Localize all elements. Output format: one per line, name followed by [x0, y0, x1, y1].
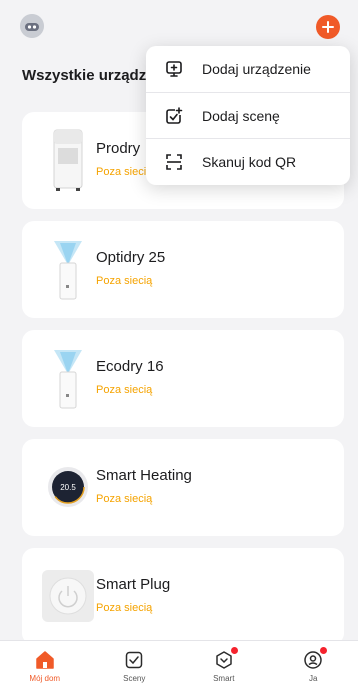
device-card-smart-heating[interactable]: 20.5 Smart Heating Poza siecią — [22, 439, 344, 536]
device-status: Poza siecią — [96, 166, 153, 178]
menu-item-add-device[interactable]: Dodaj urządzenie — [146, 46, 350, 92]
tab-label: Mój dom — [29, 674, 61, 683]
device-name: Prodry — [96, 140, 141, 157]
tab-smart[interactable]: Smart — [179, 641, 269, 688]
tab-label: Smart — [213, 674, 235, 683]
page-title: Wszystkie urządzenia — [22, 67, 147, 84]
notification-badge — [230, 647, 238, 654]
add-button[interactable] — [316, 15, 340, 39]
device-status: Poza siecią — [96, 275, 153, 287]
thermostat-icon: 20.5 — [36, 455, 100, 519]
device-card-optidry-25[interactable]: Optidry 25 Poza siecią — [22, 221, 344, 318]
device-name: Smart Plug — [96, 576, 171, 593]
menu-item-label: Dodaj scenę — [202, 107, 280, 124]
plus-icon — [322, 21, 334, 33]
plug-icon — [36, 564, 100, 628]
bottom-tab-bar: Mój dom Sceny Smart Ja — [0, 640, 358, 688]
tab-me[interactable]: Ja — [269, 641, 358, 688]
thermostat-readout: 20.5 — [60, 483, 76, 492]
device-card-ecodry-16[interactable]: Ecodry 16 Poza siecią — [22, 330, 344, 427]
add-scene-icon — [164, 106, 184, 126]
tab-label: Ja — [309, 674, 318, 683]
device-name: Optidry 25 — [96, 249, 166, 266]
menu-item-label: Skanuj kod QR — [202, 153, 297, 170]
device-name: Smart Heating — [96, 467, 192, 484]
tab-scenes[interactable]: Sceny — [90, 641, 180, 688]
home-icon — [34, 649, 56, 671]
add-menu-dropdown: Dodaj urządzenie Dodaj scenę Skanuj kod … — [146, 46, 350, 185]
device-list: Prodry Poza siecią Optidry 25 Poza sieci… — [22, 112, 344, 657]
menu-item-label: Dodaj urządzenie — [202, 61, 311, 77]
tab-my-home[interactable]: Mój dom — [0, 641, 90, 688]
device-card-smart-plug[interactable]: Smart Plug Poza siecią — [22, 548, 344, 645]
notification-badge — [320, 647, 328, 654]
scenes-icon — [123, 649, 145, 671]
tab-label: Sceny — [123, 674, 146, 683]
dehumidifier-icon — [36, 128, 100, 192]
air-purifier-icon — [36, 237, 100, 301]
avatar-icon[interactable] — [20, 14, 44, 38]
scan-qr-icon — [164, 152, 184, 172]
device-status: Poza siecią — [96, 493, 153, 505]
profile-icon — [302, 647, 328, 671]
smart-icon — [213, 647, 238, 671]
air-purifier-icon — [36, 346, 100, 410]
menu-item-scan-qr[interactable]: Skanuj kod QR — [146, 138, 350, 184]
top-bar — [0, 0, 358, 52]
menu-item-add-scene[interactable]: Dodaj scenę — [146, 92, 350, 138]
device-status: Poza siecią — [96, 602, 153, 614]
add-device-icon — [164, 59, 184, 79]
device-status: Poza siecią — [96, 384, 153, 396]
device-name: Ecodry 16 — [96, 358, 164, 375]
